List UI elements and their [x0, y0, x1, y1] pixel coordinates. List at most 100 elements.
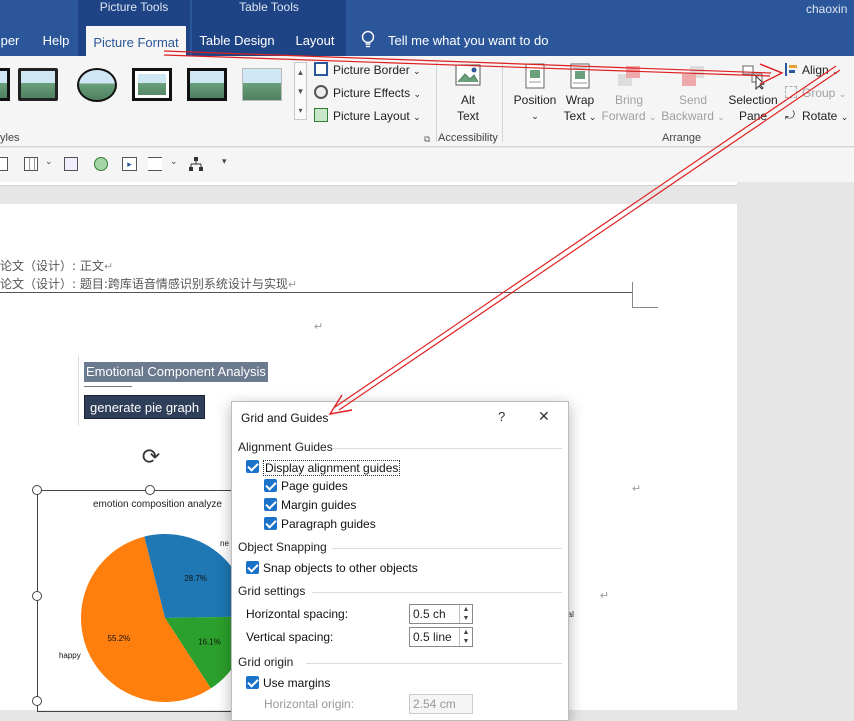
customize-toolbar-icon[interactable]: ▾	[222, 156, 227, 167]
generate-pie-graph-button[interactable]: generate pie graph	[84, 395, 206, 419]
vertical-spacing-input[interactable]: 0.5 line ▲ ▼	[409, 627, 473, 647]
picture-style-thumb[interactable]	[242, 68, 282, 101]
picture-style-thumb[interactable]	[77, 68, 117, 102]
resize-handle[interactable]	[32, 696, 42, 706]
selection-pane-button[interactable]: Selection Pane	[726, 62, 780, 124]
position-label: Position	[513, 93, 557, 107]
page-icon[interactable]	[0, 157, 8, 171]
wrap-text-label: Text	[563, 109, 586, 123]
picture-layout-label: Picture Layout	[333, 109, 410, 123]
picture-layout-button[interactable]: Picture Layout ⌄	[333, 109, 421, 123]
display-alignment-guides-checkbox[interactable]	[246, 460, 259, 473]
chevron-down-icon[interactable]: ⌄	[170, 156, 178, 167]
insert-icon[interactable]: ▸	[122, 157, 137, 171]
chevron-down-icon: ⌄	[413, 66, 421, 76]
paragraph-guides-label[interactable]: Paragraph guides	[281, 517, 376, 531]
circle-shape-icon[interactable]	[94, 157, 108, 171]
selection-pane-line1: Selection	[728, 93, 778, 107]
tab-developer[interactable]: per	[0, 26, 20, 56]
resize-handle[interactable]	[32, 591, 42, 601]
org-chart-icon[interactable]	[188, 156, 204, 172]
bring-forward-button[interactable]: Bring Forward ⌄	[600, 62, 658, 125]
send-backward-button[interactable]: Send Backward ⌄	[660, 62, 726, 125]
horizontal-origin-label: Horizontal origin:	[264, 697, 355, 711]
rotate-button[interactable]: Rotate ⌄	[802, 109, 848, 123]
help-button[interactable]: ?	[498, 409, 505, 424]
header-line-1: 论文（设计）: 正文↵	[0, 257, 113, 274]
wrap-text-button[interactable]: Wrap Text ⌄	[560, 62, 600, 125]
paragraph-guides-checkbox[interactable]	[264, 517, 277, 530]
wrap-text-line2: Text ⌄	[560, 108, 600, 125]
group-button[interactable]: Group ⌄	[802, 86, 846, 100]
paragraph-mark: ↵	[314, 321, 324, 333]
group-divider	[502, 62, 503, 142]
dialog-launcher-icon[interactable]: ⧉	[424, 134, 430, 145]
spin-arrows-icon[interactable]: ▲ ▼	[459, 628, 472, 646]
chevron-down-icon[interactable]: ⌄	[45, 156, 53, 167]
grid-origin-header: Grid origin	[238, 655, 294, 669]
dialog-title: Grid and Guides	[241, 411, 329, 425]
tab-table-design[interactable]: Table Design	[197, 26, 277, 56]
tab-layout[interactable]: Layout	[290, 26, 340, 56]
alt-text-button[interactable]: Alt Text	[448, 62, 488, 124]
margin-corner-mark	[632, 307, 658, 308]
tell-me-search[interactable]: Tell me what you want to do	[388, 33, 548, 48]
picture-layout-icon	[314, 108, 328, 122]
section-divider	[332, 548, 562, 549]
picture-style-thumb[interactable]	[0, 68, 10, 101]
rotate-handle-icon[interactable]: ⟳	[138, 444, 164, 470]
resize-handle[interactable]	[32, 485, 42, 495]
snap-objects-checkbox[interactable]	[246, 561, 259, 574]
pie-value-label: 16.1%	[198, 638, 221, 647]
picture-style-thumb[interactable]	[18, 68, 58, 101]
page-guides-label[interactable]: Page guides	[281, 479, 348, 493]
send-backward-label: Backward	[661, 109, 714, 123]
alignment-guides-header: Alignment Guides	[238, 440, 333, 454]
close-button[interactable]: ✕	[538, 408, 550, 425]
styles-gallery-scroll[interactable]: ▲ ▼ ▾	[294, 62, 307, 120]
quick-access-toolbar: ⌄ ▸ ⌄ ▾	[0, 148, 854, 182]
picture-effects-button[interactable]: Picture Effects ⌄	[333, 86, 421, 100]
picture-border-icon	[314, 62, 328, 76]
chevron-down-icon: ⌄	[717, 112, 725, 122]
snap-objects-label[interactable]: Snap objects to other objects	[263, 561, 418, 575]
tab-picture-format[interactable]: Picture Format	[86, 26, 186, 56]
group-icon	[785, 86, 797, 98]
horizontal-spacing-input[interactable]: 0.5 ch ▲ ▼	[409, 604, 473, 624]
picture-border-label: Picture Border	[333, 63, 410, 77]
spin-arrows-icon[interactable]: ▲ ▼	[459, 605, 472, 623]
picture-border-button[interactable]: Picture Border ⌄	[333, 63, 421, 77]
split-icon[interactable]	[148, 157, 162, 171]
horizontal-origin-input[interactable]: 2.54 cm	[409, 694, 473, 714]
section-divider	[312, 592, 562, 593]
horizontal-spacing-label: Horizontal spacing:	[246, 607, 349, 621]
table-grid-icon[interactable]	[24, 157, 38, 171]
horizontal-origin-value: 2.54 cm	[413, 697, 456, 711]
resize-handle[interactable]	[145, 485, 155, 495]
picture-tools-label: Picture Tools	[99, 0, 169, 14]
use-margins-label[interactable]: Use margins	[263, 676, 330, 690]
chevron-down-icon: ⌄	[413, 112, 421, 122]
bring-forward-line1: Bring	[614, 93, 643, 107]
position-button[interactable]: Position ⌄	[510, 62, 560, 124]
picture-style-thumb[interactable]	[132, 68, 172, 101]
display-alignment-guides-label[interactable]: Display alignment guides	[263, 460, 401, 476]
vertical-spacing-value: 0.5 line	[413, 630, 452, 644]
rotate-icon: ⤾	[785, 108, 795, 122]
copy-icon[interactable]	[64, 157, 78, 171]
section-divider	[306, 663, 562, 664]
margin-guides-label[interactable]: Margin guides	[281, 498, 356, 512]
paragraph-mark: ↵	[632, 483, 642, 495]
picture-style-thumb[interactable]	[187, 68, 227, 101]
align-button[interactable]: Align ⌄	[802, 63, 840, 77]
page-guides-checkbox[interactable]	[264, 479, 277, 492]
send-backward-line2: Backward ⌄	[660, 108, 726, 125]
horizontal-spacing-value: 0.5 ch	[413, 607, 446, 621]
tab-help[interactable]: Help	[36, 26, 76, 56]
grid-and-guides-dialog: Grid and Guides ? ✕ Alignment Guides Dis…	[231, 401, 569, 721]
use-margins-checkbox[interactable]	[246, 676, 259, 689]
margin-guides-checkbox[interactable]	[264, 498, 277, 511]
paragraph-mark: ↵	[103, 260, 114, 273]
group-divider	[436, 62, 437, 142]
user-name[interactable]: chaoxin	[806, 2, 847, 16]
